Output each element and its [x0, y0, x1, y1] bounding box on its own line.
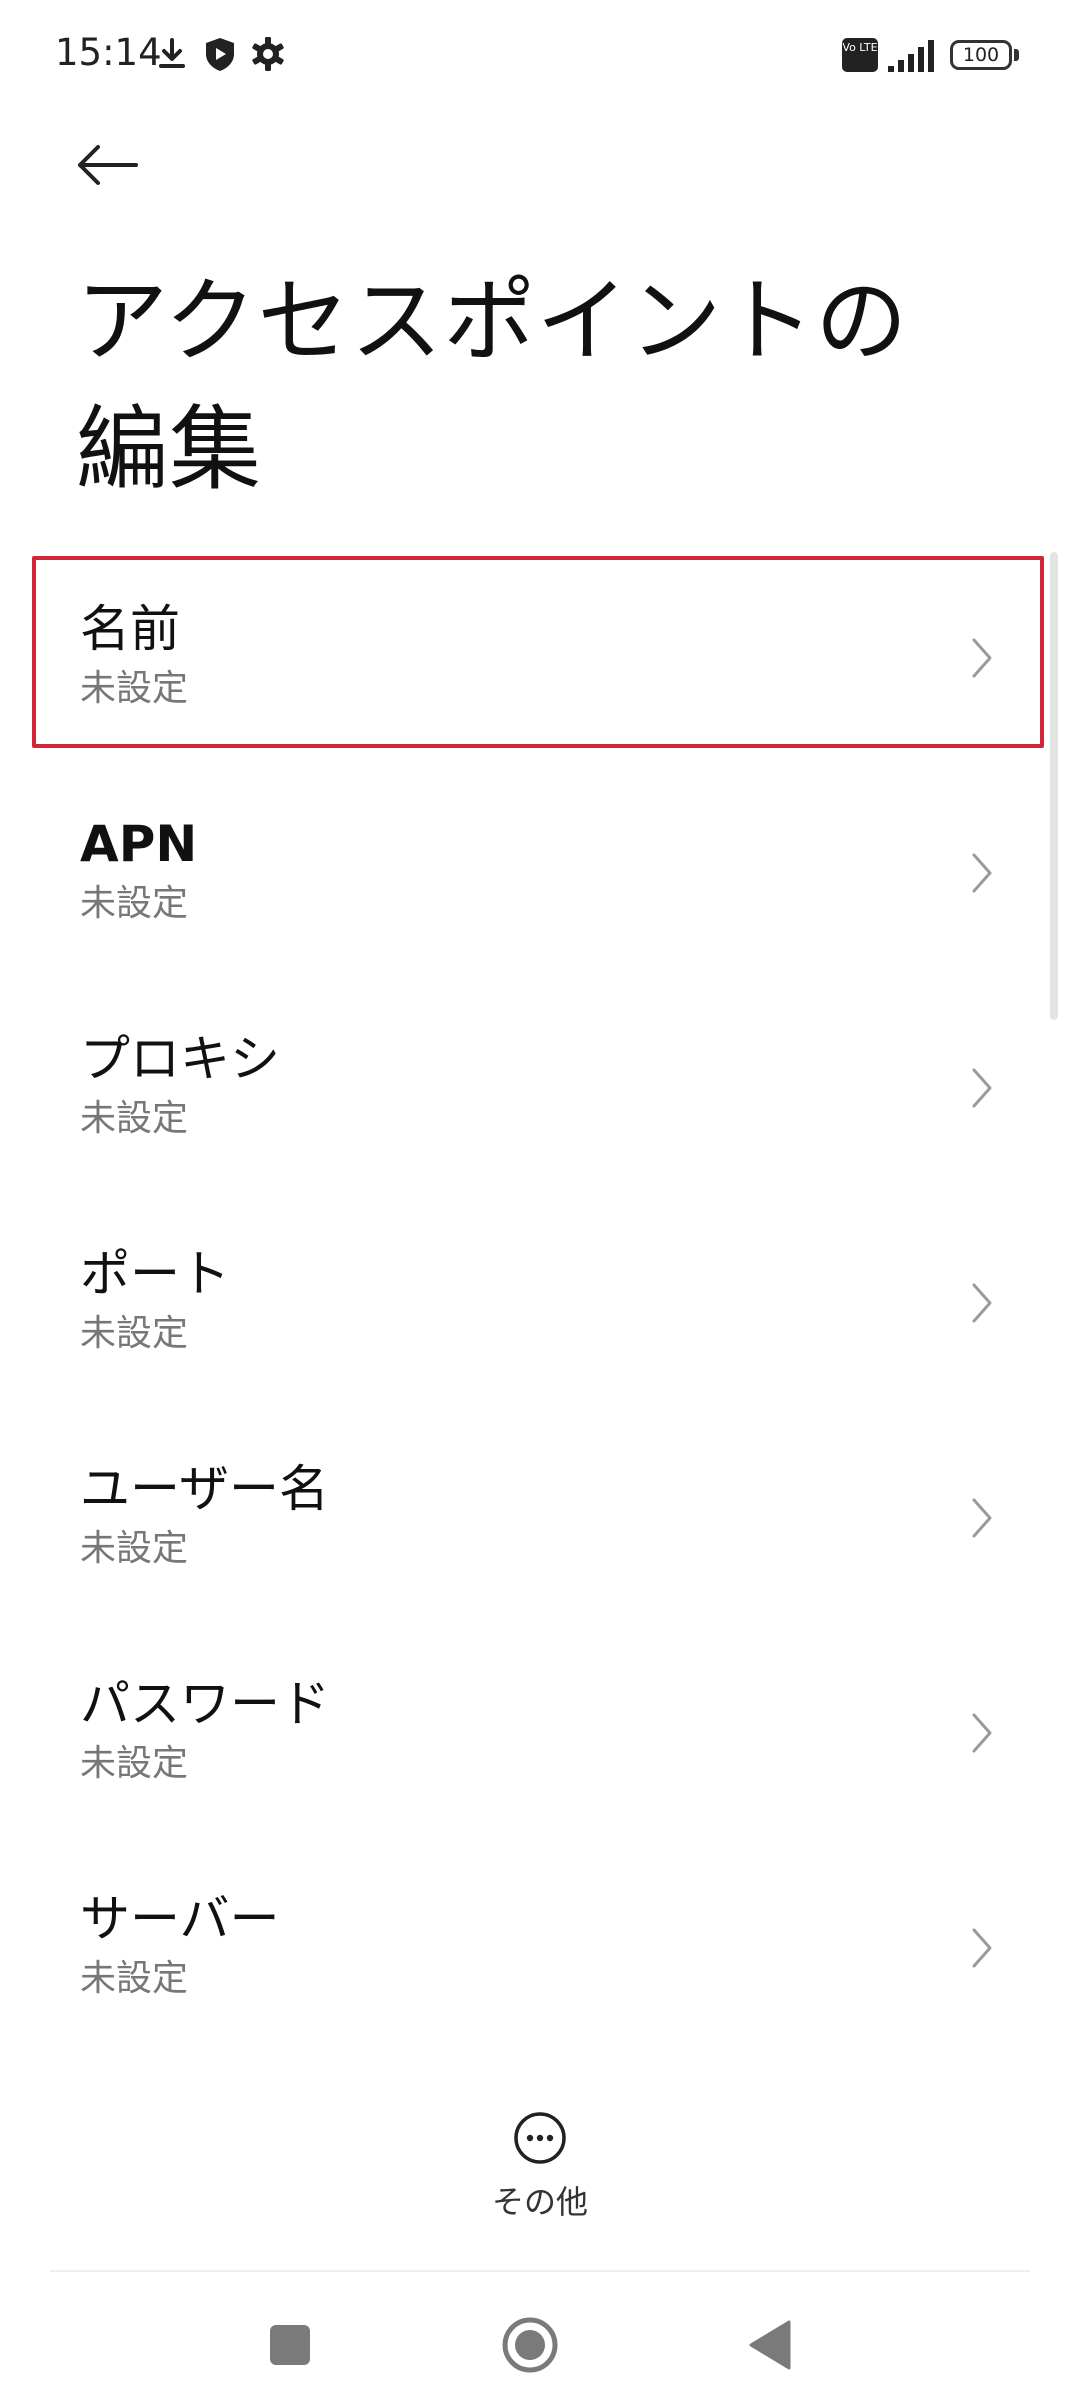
home-circle-icon [502, 2317, 558, 2373]
list-item-title: ユーザー名 [80, 1460, 329, 1518]
list-item-value: 未設定 [80, 1958, 189, 1999]
battery-icon: 100 [950, 40, 1012, 70]
back-triangle-icon [749, 2320, 791, 2370]
list-item-name[interactable]: 名前 未設定 [0, 552, 1080, 767]
list-item-value: 未設定 [80, 883, 189, 924]
chevron-right-icon [972, 1713, 992, 1753]
arrow-left-icon [78, 145, 138, 185]
chevron-right-icon [972, 1283, 992, 1323]
list-item-username[interactable]: ユーザー名 未設定 [0, 1412, 1080, 1627]
list-item-title: APN [80, 815, 198, 873]
nav-back-button[interactable] [735, 2310, 805, 2380]
more-button[interactable]: その他 [470, 2110, 610, 2230]
list-item-title: パスワード [80, 1675, 330, 1733]
status-bar: 15:14 Vo LTE 100 [0, 0, 1080, 110]
download-icon [159, 38, 185, 68]
status-time: 15:14 [55, 31, 162, 74]
home-button[interactable] [495, 2310, 565, 2380]
list-item-value: 未設定 [80, 1313, 189, 1354]
chevron-right-icon [972, 1498, 992, 1538]
more-label: その他 [491, 2183, 588, 2221]
back-button[interactable] [72, 130, 142, 200]
list-item-title: ポート [80, 1245, 230, 1303]
list-item-value: 未設定 [80, 1098, 189, 1139]
list-item-server[interactable]: サーバー 未設定 [0, 1842, 1080, 2057]
screen: 15:14 Vo LTE 100 アクセスポイントの編集 名前 未設定 APN … [0, 0, 1080, 2400]
list-item-title: プロキシ [80, 1030, 280, 1088]
list-item-port[interactable]: ポート 未設定 [0, 1197, 1080, 1412]
chevron-right-icon [972, 1068, 992, 1108]
list-item-value: 未設定 [80, 1743, 189, 1784]
volte-icon: Vo LTE [842, 38, 878, 72]
list-item-proxy[interactable]: プロキシ 未設定 [0, 982, 1080, 1197]
square-icon [270, 2325, 310, 2365]
list-item-value: 未設定 [80, 668, 189, 709]
gear-icon [252, 37, 284, 71]
chevron-right-icon [972, 638, 992, 678]
list-item-password[interactable]: パスワード 未設定 [0, 1627, 1080, 1842]
page-title: アクセスポイントの編集 [76, 268, 909, 503]
more-horizontal-icon [514, 2112, 566, 2164]
settings-list: 名前 未設定 APN 未設定 プロキシ 未設定 ポート 未設定 ユーザー名 未設… [0, 552, 1080, 2057]
list-item-apn[interactable]: APN 未設定 [0, 767, 1080, 982]
chevron-right-icon [972, 853, 992, 893]
chevron-right-icon [972, 1928, 992, 1968]
shield-icon [206, 38, 234, 71]
list-item-title: サーバー [80, 1890, 280, 1948]
recents-button[interactable] [255, 2310, 325, 2380]
list-item-title: 名前 [80, 600, 180, 658]
signal-icon [888, 40, 934, 72]
battery-tip [1014, 49, 1019, 61]
list-item-value: 未設定 [80, 1528, 189, 1569]
navigation-bar [0, 2272, 1080, 2400]
highlight-box [32, 556, 1044, 748]
